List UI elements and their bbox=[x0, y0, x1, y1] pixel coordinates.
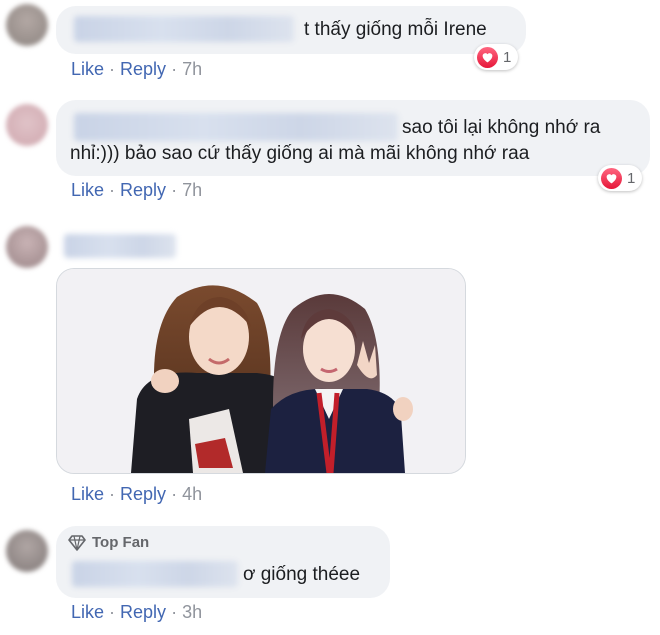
reaction-count: 1 bbox=[503, 48, 512, 66]
commenter-name[interactable] bbox=[72, 561, 238, 587]
comment-text-line-1: sao tôi lại không nhớ ra bbox=[402, 117, 601, 138]
heart-icon bbox=[601, 167, 622, 189]
separator: · bbox=[171, 602, 178, 622]
reply-link[interactable]: Reply bbox=[120, 59, 166, 79]
separator: · bbox=[171, 59, 178, 79]
comment-text: t thấy giống mỗi Irene bbox=[304, 19, 487, 40]
top-fan-badge: Top Fan bbox=[68, 534, 149, 551]
like-link[interactable]: Like bbox=[71, 59, 104, 79]
comment-photo[interactable] bbox=[56, 268, 466, 474]
timestamp[interactable]: 3h bbox=[182, 602, 202, 622]
avatar[interactable] bbox=[6, 104, 48, 146]
separator: · bbox=[109, 59, 116, 79]
comment-actions: Like · Reply · 4h bbox=[71, 483, 202, 505]
reaction-badge[interactable]: 1 bbox=[474, 44, 519, 70]
comment-actions: Like · Reply · 7h bbox=[71, 58, 202, 80]
comment-actions: Like · Reply · 7h bbox=[71, 179, 202, 201]
avatar[interactable] bbox=[6, 226, 48, 268]
like-link[interactable]: Like bbox=[71, 602, 104, 622]
reaction-badge[interactable]: 1 bbox=[598, 165, 643, 191]
avatar[interactable] bbox=[6, 4, 48, 46]
separator: · bbox=[171, 484, 178, 504]
avatar[interactable] bbox=[6, 530, 48, 572]
separator: · bbox=[171, 180, 178, 200]
separator: · bbox=[109, 602, 116, 622]
reply-link[interactable]: Reply bbox=[120, 180, 166, 200]
commenter-name[interactable] bbox=[64, 234, 176, 258]
top-fan-label: Top Fan bbox=[92, 534, 150, 551]
like-link[interactable]: Like bbox=[71, 180, 104, 200]
diamond-icon bbox=[68, 534, 86, 551]
like-link[interactable]: Like bbox=[71, 484, 104, 504]
timestamp[interactable]: 4h bbox=[182, 484, 202, 504]
reply-link[interactable]: Reply bbox=[120, 602, 166, 622]
commenter-name[interactable] bbox=[74, 16, 294, 42]
comment-text: ơ giống théee bbox=[243, 564, 361, 585]
heart-icon bbox=[477, 46, 498, 68]
timestamp[interactable]: 7h bbox=[182, 59, 202, 79]
separator: · bbox=[109, 484, 116, 504]
reaction-count: 1 bbox=[627, 169, 636, 187]
separator: · bbox=[109, 180, 116, 200]
photo-illustration bbox=[57, 269, 465, 473]
comment-text-line-2: nhỉ:))) bảo sao cứ thấy giống ai mà mãi … bbox=[70, 143, 530, 164]
commenter-name[interactable] bbox=[74, 113, 398, 141]
reply-link[interactable]: Reply bbox=[120, 484, 166, 504]
timestamp[interactable]: 7h bbox=[182, 180, 202, 200]
comment-actions: Like · Reply · 3h bbox=[71, 601, 202, 623]
